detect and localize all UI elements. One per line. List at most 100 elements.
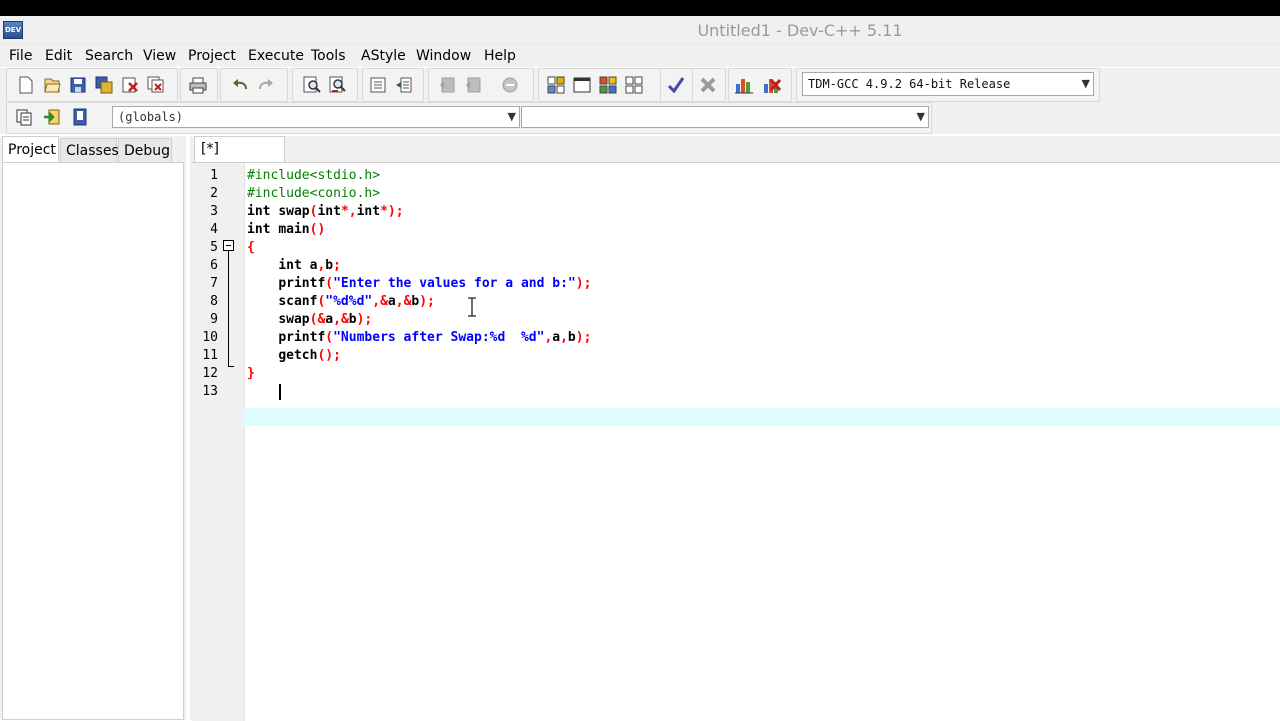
code-line: scanf("%d%d",&a,&b); — [278, 294, 435, 309]
bookmark-icon[interactable] — [69, 106, 91, 128]
member-select[interactable]: ▼ — [521, 106, 929, 128]
find-toolbar-group — [292, 68, 358, 102]
scope-select-value: (globals) — [118, 110, 184, 124]
indent-toolbar-group — [362, 68, 424, 102]
tab-project[interactable]: Project — [2, 136, 59, 162]
text-cursor-icon — [468, 297, 476, 317]
menu-astyle[interactable]: AStyle — [359, 45, 408, 67]
project-toolbar-group — [428, 68, 534, 102]
close-file-icon[interactable] — [119, 74, 141, 96]
chevron-down-icon: ▼ — [916, 110, 925, 123]
stop-execution-icon[interactable] — [697, 74, 719, 96]
save-all-icon[interactable] — [93, 74, 115, 96]
goto-line-icon[interactable] — [367, 74, 389, 96]
menu-project[interactable]: Project — [186, 45, 238, 67]
compiler-select-value: TDM-GCC 4.9.2 64-bit Release — [808, 77, 1011, 91]
close-all-icon[interactable] — [145, 74, 167, 96]
screen-top-border — [0, 0, 1280, 16]
fold-end-marker — [228, 366, 234, 367]
undo-toolbar-group — [220, 68, 288, 102]
profile-analysis-icon[interactable] — [733, 74, 755, 96]
open-file-icon[interactable] — [41, 74, 63, 96]
fold-toggle-icon[interactable] — [223, 240, 234, 251]
menu-bar: File Edit Search View Project Execute To… — [0, 45, 1280, 67]
file-toolbar-group — [6, 68, 178, 102]
text-caret — [279, 384, 281, 400]
toggle-bookmark-icon[interactable] — [393, 74, 415, 96]
line-number: 13 — [202, 384, 218, 399]
project-tree[interactable] — [2, 162, 184, 720]
syntax-check-icon[interactable] — [665, 74, 687, 96]
compile-icon[interactable] — [545, 74, 567, 96]
code-editor[interactable]: 1 2 3 4 5 6 7 8 9 10 11 12 13 #include<s… — [192, 162, 1280, 721]
line-number: 3 — [210, 204, 218, 219]
compile-toolbar-group — [538, 68, 662, 102]
find-icon[interactable] — [301, 74, 323, 96]
menu-search[interactable]: Search — [83, 45, 135, 67]
new-file-icon[interactable] — [15, 74, 37, 96]
stop-group — [692, 68, 726, 102]
menu-file[interactable]: File — [7, 45, 34, 67]
line-number: 5 — [210, 240, 218, 255]
redo-icon[interactable] — [255, 74, 277, 96]
code-line: { — [247, 240, 255, 255]
new-project-icon[interactable] — [437, 74, 459, 96]
line-number: 6 — [210, 258, 218, 273]
syntax-check-group — [660, 68, 694, 102]
code-line: getch(); — [278, 348, 341, 363]
compile-group-end — [649, 74, 659, 96]
rebuild-all-icon[interactable] — [623, 74, 645, 96]
menu-view[interactable]: View — [141, 45, 178, 67]
line-number: 8 — [210, 294, 218, 309]
title-bar: DEV Untitled1 - Dev-C++ 5.11 — [0, 16, 1280, 45]
menu-window[interactable]: Window — [414, 45, 473, 67]
undo-icon[interactable] — [229, 74, 251, 96]
left-panel: Project Classes Debug — [0, 136, 186, 720]
line-number: 10 — [202, 330, 218, 345]
print-toolbar-group — [180, 68, 218, 102]
menu-help[interactable]: Help — [482, 45, 518, 67]
add-to-project-icon[interactable] — [463, 74, 485, 96]
menu-edit[interactable]: Edit — [43, 45, 74, 67]
line-number: 2 — [210, 186, 218, 201]
chevron-down-icon: ▼ — [507, 110, 516, 123]
left-panel-tabs: Project Classes Debug — [0, 136, 186, 162]
menu-tools[interactable]: Tools — [309, 45, 348, 67]
compile-run-icon[interactable] — [597, 74, 619, 96]
code-line: int swap(int*,int*); — [247, 204, 404, 219]
profile-toolbar-group — [728, 68, 792, 102]
scope-select[interactable]: (globals) ▼ — [112, 106, 520, 128]
code-line: printf("Enter the values for a and b:"); — [278, 276, 592, 291]
remove-from-project-icon[interactable] — [499, 74, 521, 96]
line-number: 9 — [210, 312, 218, 327]
code-line: #include<stdio.h> — [247, 168, 381, 183]
chevron-down-icon: ▼ — [1081, 77, 1090, 90]
window-title: Untitled1 - Dev-C++ 5.11 — [697, 21, 903, 40]
run-icon[interactable] — [571, 74, 593, 96]
line-number: 12 — [202, 366, 218, 381]
line-number: 4 — [210, 222, 218, 237]
tab-classes[interactable]: Classes — [60, 138, 119, 162]
tab-untitled1[interactable]: [*] Untitled1 — [194, 136, 285, 181]
tab-debug[interactable]: Debug — [118, 138, 172, 162]
code-line: #include<conio.h> — [247, 186, 381, 201]
code-line: swap(&a,&b); — [278, 312, 373, 327]
editor-area: [*] Untitled1 1 2 3 4 5 6 7 8 9 10 11 12… — [190, 136, 1280, 721]
code-line: int main() — [247, 222, 326, 237]
code-line: printf("Numbers after Swap:%d %d",a,b); — [278, 330, 592, 345]
menu-execute[interactable]: Execute — [246, 45, 306, 67]
compiler-select[interactable]: TDM-GCC 4.9.2 64-bit Release ▼ — [802, 72, 1094, 96]
line-number: 1 — [210, 168, 218, 183]
delete-profile-icon[interactable] — [761, 74, 783, 96]
replace-icon[interactable] — [327, 74, 349, 96]
code-line: int a,b; — [278, 258, 341, 273]
fold-guide — [228, 251, 229, 366]
current-line-highlight — [244, 408, 1280, 426]
insert-icon[interactable] — [13, 106, 35, 128]
print-icon[interactable] — [187, 74, 209, 96]
save-icon[interactable] — [67, 74, 89, 96]
toggle-comment-icon[interactable] — [41, 106, 63, 128]
line-number: 7 — [210, 276, 218, 291]
code-line: } — [247, 366, 255, 381]
line-number: 11 — [202, 348, 218, 363]
